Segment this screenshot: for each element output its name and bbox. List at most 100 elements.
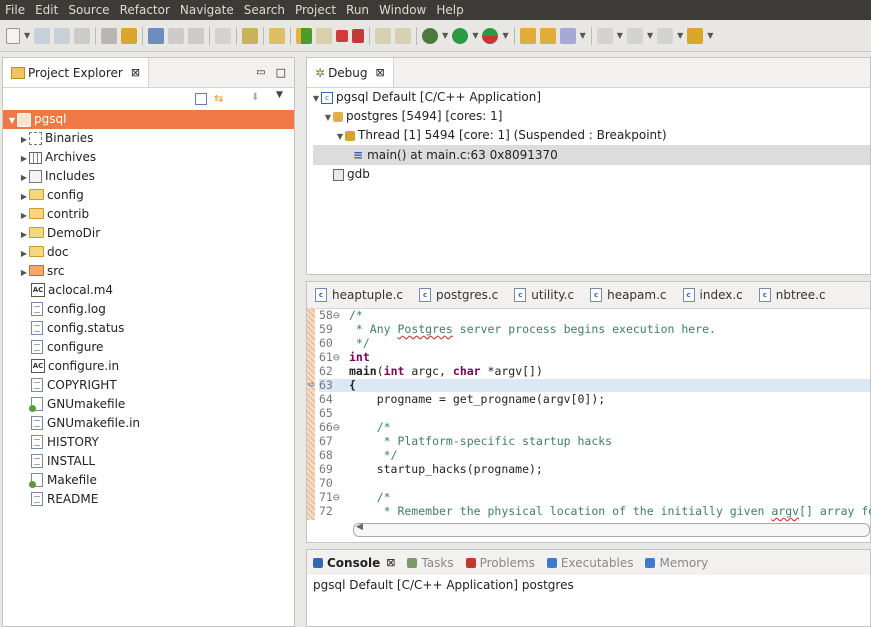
tree-item-install[interactable]: INSTALL: [3, 452, 294, 471]
tab-nbtree-c[interactable]: c nbtree.c: [751, 282, 834, 308]
code-area[interactable]: 58⊖/* 59 * Any Postgres server process be…: [319, 309, 871, 521]
open-type-icon[interactable]: [519, 27, 536, 44]
tree-item-copyright[interactable]: COPYRIGHT: [3, 376, 294, 395]
expand-arrow-icon[interactable]: ▼: [323, 108, 333, 127]
tree-item-pgsql[interactable]: ▼ pgsql: [3, 110, 294, 129]
code-line[interactable]: 70: [319, 477, 870, 490]
tree-item-demodir[interactable]: ▶ DemoDir: [3, 224, 294, 243]
toggle-mark-icon[interactable]: [215, 27, 232, 44]
close-icon[interactable]: ⊠: [376, 66, 385, 79]
horizontal-scrollbar[interactable]: ◀: [353, 522, 870, 537]
tree-item-aclocal-m4[interactable]: AC aclocal.m4: [3, 281, 294, 300]
stack-frame-row[interactable]: ≡ main() at main.c:63 0x8091370: [313, 145, 870, 165]
open-element-icon[interactable]: [539, 27, 556, 44]
tree-item-doc[interactable]: ▶ doc: [3, 243, 294, 262]
disconnect-icon[interactable]: [352, 28, 365, 43]
link-with-editor-icon[interactable]: ⇆: [214, 92, 223, 105]
code-line[interactable]: 68 */: [319, 449, 870, 462]
code-line[interactable]: 72 * Remember the physical location of t…: [319, 505, 871, 518]
tab-utility-c[interactable]: c utility.c: [506, 282, 582, 308]
build-all-icon[interactable]: [101, 27, 118, 44]
tab-heaptuple-c[interactable]: c heaptuple.c: [307, 282, 411, 308]
view-menu-icon[interactable]: ▼: [276, 90, 283, 100]
code-line[interactable]: 65: [319, 407, 870, 420]
launch-row[interactable]: ▼ c pgsql Default [C/C++ Application]: [311, 88, 870, 107]
forward-icon[interactable]: [687, 27, 704, 44]
resume-icon[interactable]: [296, 27, 313, 44]
menu-search[interactable]: Search: [239, 0, 290, 20]
tab-problems[interactable]: Problems: [460, 556, 541, 570]
menu-edit[interactable]: Edit: [30, 0, 63, 20]
gdb-row[interactable]: gdb: [333, 165, 870, 184]
maximize-icon[interactable]: □: [276, 66, 286, 79]
back-dropdown-icon[interactable]: ▼: [677, 31, 683, 40]
tab-project-explorer[interactable]: Project Explorer ⊠: [3, 58, 150, 87]
next-annotation-dropdown-icon[interactable]: ▼: [617, 31, 623, 40]
terminate-icon[interactable]: [336, 29, 349, 42]
expand-arrow-icon[interactable]: ▶: [19, 244, 29, 263]
expand-arrow-icon[interactable]: ▶: [19, 263, 29, 282]
expand-arrow-icon[interactable]: ▼: [7, 111, 17, 130]
code-line[interactable]: 67 * Platform-specific startup hacks: [319, 435, 870, 448]
tree-item-configure[interactable]: configure: [3, 338, 294, 357]
menu-help[interactable]: Help: [431, 0, 468, 20]
expand-arrow-icon[interactable]: ▶: [19, 168, 29, 187]
code-line[interactable]: 71⊖ /*: [319, 491, 870, 504]
menu-refactor[interactable]: Refactor: [115, 0, 175, 20]
forward-dropdown-icon[interactable]: ▼: [707, 31, 713, 40]
expand-arrow-icon[interactable]: ▶: [19, 225, 29, 244]
tree-item-gnumakefile[interactable]: GNUmakefile: [3, 395, 294, 414]
tab-heapam-c[interactable]: c heapam.c: [582, 282, 674, 308]
tree-item-includes[interactable]: ▶ Includes: [3, 167, 294, 186]
tree-item-src[interactable]: ▶ src: [3, 262, 294, 281]
tree-item-config-log[interactable]: config.log: [3, 300, 294, 319]
run-dropdown-icon[interactable]: ▼: [472, 31, 478, 40]
tab-debug[interactable]: ✲ Debug ⊠: [307, 58, 394, 87]
minimize-icon[interactable]: ▭: [256, 67, 265, 78]
tab-postgres-c[interactable]: c postgres.c: [411, 282, 506, 308]
format-icon[interactable]: [168, 27, 185, 44]
step-filter-icon[interactable]: [269, 27, 286, 44]
thread-row[interactable]: ▼ Thread [1] 5494 [core: 1] (Suspended : …: [335, 126, 870, 145]
tree-item-config-status[interactable]: config.status: [3, 319, 294, 338]
prev-annotation-dropdown-icon[interactable]: ▼: [647, 31, 653, 40]
tree-item-configure-in[interactable]: AC configure.in: [3, 357, 294, 376]
code-line[interactable]: 66⊖ /*: [319, 421, 870, 434]
run-icon[interactable]: [452, 27, 469, 44]
tab-executables[interactable]: Executables: [541, 556, 640, 570]
code-line[interactable]: 59 * Any Postgres server process begins …: [319, 323, 870, 336]
tree-item-config[interactable]: ▶ config: [3, 186, 294, 205]
next-annotation-icon[interactable]: [596, 27, 613, 44]
print-icon[interactable]: [74, 27, 91, 44]
tree-item-readme[interactable]: README: [3, 490, 294, 509]
search-dropdown-icon[interactable]: ▼: [580, 31, 586, 40]
back-icon[interactable]: [657, 27, 674, 44]
code-line[interactable]: 62 main(int argc, char *argv[]): [319, 365, 870, 378]
tree-item-contrib[interactable]: ▶ contrib: [3, 205, 294, 224]
skip-breakpoints-icon[interactable]: [148, 27, 165, 44]
tab-tasks[interactable]: Tasks: [401, 556, 459, 570]
step-into-icon[interactable]: [375, 27, 392, 44]
expand-arrow-icon[interactable]: ▶: [19, 149, 29, 168]
save-all-icon[interactable]: [54, 27, 71, 44]
prev-annotation-icon[interactable]: [626, 27, 643, 44]
external-tools-dropdown-icon[interactable]: ▼: [502, 31, 508, 40]
code-line[interactable]: 60 */: [319, 337, 870, 350]
save-icon[interactable]: [34, 27, 51, 44]
process-row[interactable]: ▼ postgres [5494] [cores: 1]: [323, 107, 870, 126]
external-tools-icon[interactable]: [482, 27, 499, 44]
menu-navigate[interactable]: Navigate: [175, 0, 239, 20]
code-line[interactable]: 69 startup_hacks(progname);: [319, 463, 870, 476]
step-icon[interactable]: [121, 27, 138, 44]
tab-console[interactable]: Console ⊠: [307, 556, 401, 570]
search-icon[interactable]: [559, 27, 576, 44]
tree-item-gnumakefile-in[interactable]: GNUmakefile.in: [3, 414, 294, 433]
menu-source[interactable]: Source: [63, 0, 114, 20]
close-icon[interactable]: ⊠: [131, 66, 140, 79]
expand-arrow-icon[interactable]: ▶: [19, 206, 29, 225]
code-line[interactable]: 58⊖ /*: [319, 309, 870, 322]
tree-item-binaries[interactable]: ▶ Binaries: [3, 129, 294, 148]
tree-item-archives[interactable]: ▶ Archives: [3, 148, 294, 167]
tree-item-history[interactable]: HISTORY: [3, 433, 294, 452]
expand-arrow-icon[interactable]: ▼: [311, 89, 321, 108]
